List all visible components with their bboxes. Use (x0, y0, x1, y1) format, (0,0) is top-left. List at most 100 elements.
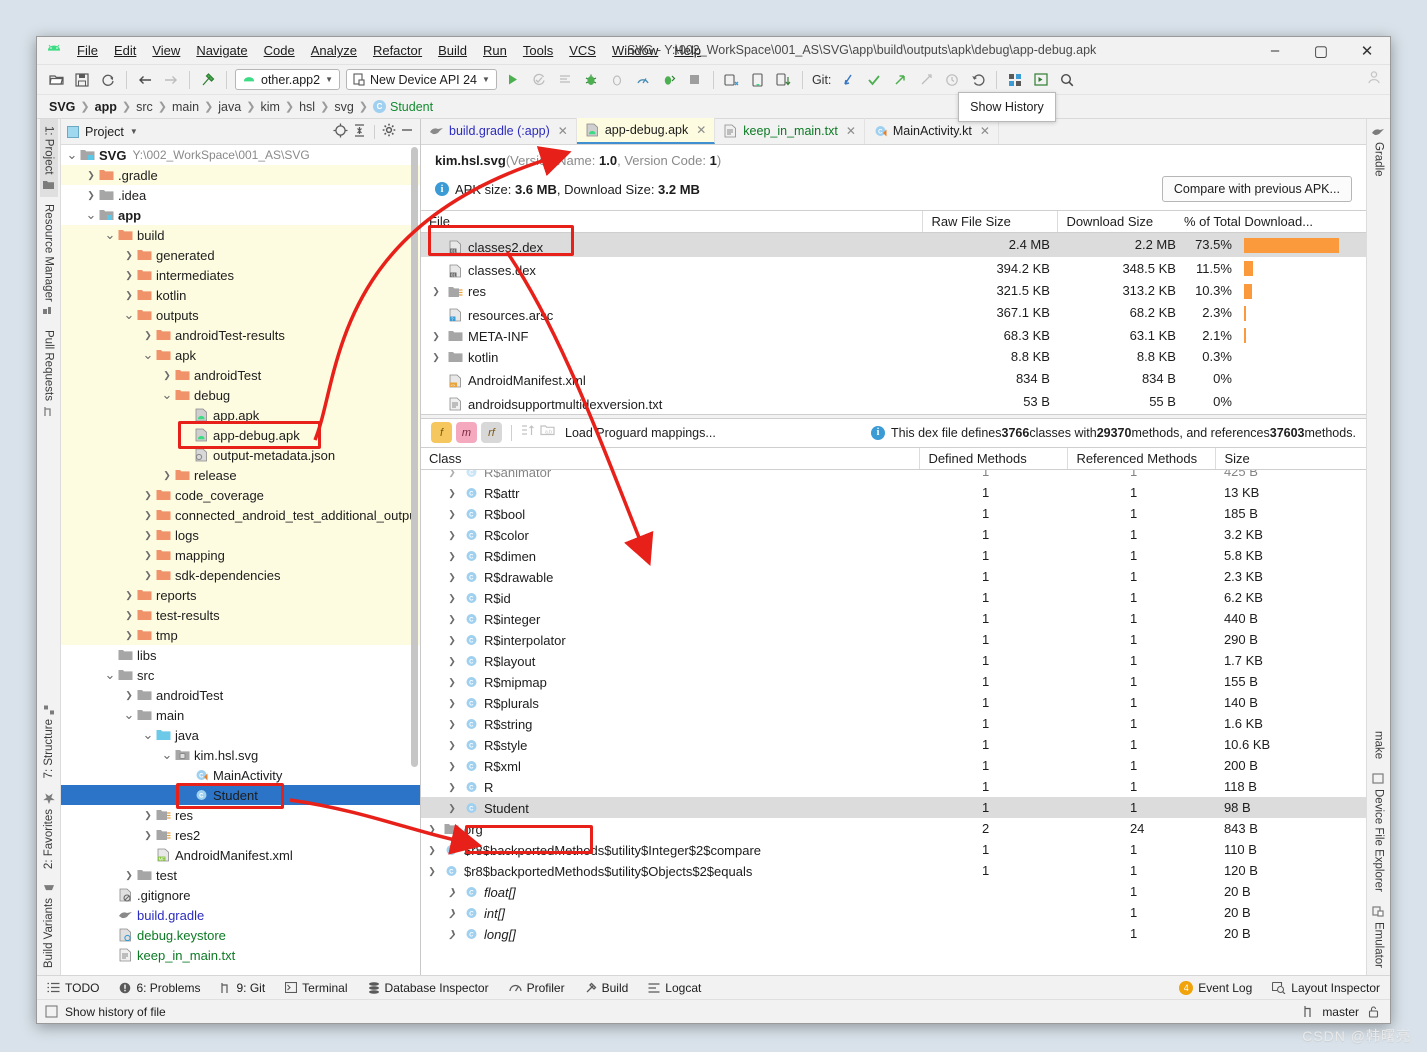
column-header-defined-methods[interactable]: Defined Methods (919, 447, 1069, 470)
tree-node-svg[interactable]: ⌄ SVG Y:\002_WorkSpace\001_AS\SVG (61, 145, 420, 165)
compare-with-previous-apk-button[interactable]: Compare with previous APK... (1161, 176, 1352, 202)
dex-class-row[interactable]: ❯ Cint[] 1 20 B (421, 902, 1366, 923)
deobfuscate-icon[interactable]: a.b (540, 423, 555, 442)
apply-code-changes-icon[interactable] (552, 68, 578, 92)
tree-node-build-gradle[interactable]: build.gradle (61, 905, 420, 925)
dex-class-row[interactable]: ❯ C R$color 1 1 3.2 KB (421, 524, 1366, 545)
editor-tab-app-debug-apk[interactable]: app-debug.apk ✕ (576, 118, 716, 144)
dex-expand-arrow[interactable]: ❯ (445, 656, 459, 667)
tree-expand-arrow[interactable]: ⌄ (141, 348, 155, 361)
tree-expand-arrow[interactable]: ❯ (141, 830, 155, 841)
dex-expand-arrow[interactable]: ❯ (445, 719, 459, 730)
breadcrumb-item-main[interactable]: main (172, 100, 199, 114)
debug-icon[interactable] (578, 68, 604, 92)
menu-item-run[interactable]: Run (475, 40, 515, 61)
dex-class-row[interactable]: ❯ C R$id 1 1 6.2 KB (421, 587, 1366, 608)
sidebar-item-resource-manager[interactable]: Resource Manager (40, 197, 58, 324)
breadcrumb-item-svg[interactable]: SVG (49, 100, 75, 114)
tree-expand-arrow[interactable]: ❯ (141, 490, 155, 501)
dex-class-row[interactable]: ❯ org 2 24 843 B (421, 818, 1366, 839)
device-manager-icon[interactable] (771, 68, 797, 92)
profiler-icon[interactable] (630, 68, 656, 92)
dex-expand-arrow[interactable]: ❯ (445, 593, 459, 604)
tree-node-androidtest-results[interactable]: ❯ androidTest-results (61, 325, 420, 345)
tool-event-log[interactable]: 4 Event Log (1169, 980, 1262, 995)
close-tab-icon[interactable]: ✕ (980, 124, 990, 138)
layout-editor-icon[interactable] (1028, 68, 1054, 92)
dex-expand-arrow[interactable]: ❯ (425, 824, 439, 835)
tree-expand-arrow[interactable]: ❯ (84, 170, 98, 181)
maximize-button[interactable]: ▢ (1298, 37, 1344, 64)
dex-class-row[interactable]: ❯ C R$plurals 1 1 140 B (421, 692, 1366, 713)
dex-class-row[interactable]: ❯ C R$layout 1 1 1.7 KB (421, 650, 1366, 671)
git-update-icon[interactable] (835, 68, 861, 92)
apk-expand-arrow[interactable]: ❯ (429, 286, 443, 297)
tree-node-student[interactable]: C Student (61, 785, 420, 805)
dex-expand-arrow[interactable]: ❯ (445, 488, 459, 499)
dex-expand-arrow[interactable]: ❯ (445, 509, 459, 520)
editor-tab-keep-in-main-txt[interactable]: keep_in_main.txt ✕ (715, 118, 865, 144)
tree-node-app[interactable]: ⌄ app (61, 205, 420, 225)
tree-expand-arrow[interactable]: ❯ (122, 690, 136, 701)
tool-problems[interactable]: 6: Problems (109, 981, 210, 995)
dex-class-row[interactable]: ❯ C R$integer 1 1 440 B (421, 608, 1366, 629)
show-referenced-toggle[interactable]: rf (481, 422, 502, 443)
tree-node-code-coverage[interactable]: ❯ code_coverage (61, 485, 420, 505)
current-branch[interactable]: master (1322, 1005, 1359, 1019)
tree-expand-arrow[interactable]: ⌄ (103, 228, 117, 241)
dex-class-row[interactable]: ❯ C R$xml 1 1 200 B (421, 755, 1366, 776)
project-view-chevron-icon[interactable]: ▼ (130, 127, 138, 136)
git-commit-icon[interactable] (861, 68, 887, 92)
tool-terminal[interactable]: Terminal (275, 981, 357, 995)
menu-item-tools[interactable]: Tools (515, 40, 561, 61)
apk-file-row[interactable]: ❯ res 321.5 KB 313.2 KB 10.3% (421, 280, 1366, 301)
tree-node-keep-in-main-txt[interactable]: keep_in_main.txt (61, 945, 420, 965)
tool-git[interactable]: 9: Git (210, 981, 275, 995)
editor-tab-build-gradle-app-[interactable]: build.gradle (:app) ✕ (421, 118, 577, 144)
tree-node-java[interactable]: ⌄ java (61, 725, 420, 745)
sidebar-item-build-variants[interactable]: Build Variants (40, 876, 58, 975)
breadcrumb-item-kim[interactable]: kim (260, 100, 279, 114)
dex-expand-arrow[interactable]: ❯ (445, 887, 459, 898)
dex-class-row[interactable]: ❯ C R$string 1 1 1.6 KB (421, 713, 1366, 734)
tree-node-logs[interactable]: ❯ logs (61, 525, 420, 545)
tree-expand-arrow[interactable]: ❯ (141, 510, 155, 521)
tree-expand-arrow[interactable]: ❯ (160, 370, 174, 381)
apply-changes-icon[interactable] (526, 68, 552, 92)
tool-layout-inspector[interactable]: Layout Inspector (1262, 981, 1390, 995)
git-revert-icon[interactable] (965, 68, 991, 92)
dex-class-row[interactable]: ❯ C R$interpolator 1 1 290 B (421, 629, 1366, 650)
tree-expand-arrow[interactable]: ❯ (141, 570, 155, 581)
menu-item-view[interactable]: View (144, 40, 188, 61)
tree-node--gitignore[interactable]: .gitignore (61, 885, 420, 905)
editor-tab-mainactivity-kt[interactable]: C MainActivity.kt ✕ (865, 118, 999, 144)
tree-node-app-apk[interactable]: app.apk (61, 405, 420, 425)
tree-node-app-debug-apk[interactable]: app-debug.apk (61, 425, 420, 445)
tree-node-kim-hsl-svg[interactable]: ⌄ kim.hsl.svg (61, 745, 420, 765)
dex-class-list[interactable]: ❯ C R$animator 1 1 425 B ❯ C R$attr 1 1 13 KB ❯ C R$bo… (421, 469, 1366, 976)
show-methods-toggle[interactable]: m (456, 422, 477, 443)
dex-expand-arrow[interactable]: ❯ (445, 761, 459, 772)
tree-node-apk[interactable]: ⌄ apk (61, 345, 420, 365)
tree-expand-arrow[interactable]: ⌄ (141, 728, 155, 741)
tree-expand-arrow[interactable]: ⌄ (160, 388, 174, 401)
breadcrumb-item-student[interactable]: Student (390, 100, 433, 114)
apk-file-row[interactable]: 01 classes.dex 394.2 KB 348.5 KB 11.5% (421, 257, 1366, 281)
sidebar-item-device-file-explorer[interactable]: Device File Explorer (1369, 766, 1387, 899)
user-account-icon[interactable] (1366, 69, 1390, 90)
tree-node-res[interactable]: ❯ res (61, 805, 420, 825)
tree-expand-arrow[interactable]: ❯ (122, 250, 136, 261)
tree-expand-arrow[interactable]: ❯ (141, 530, 155, 541)
tree-node-mainactivity[interactable]: C MainActivity (61, 765, 420, 785)
dex-class-row[interactable]: ❯ C $r8$backportedMethods$utility$Objects$… (421, 860, 1366, 881)
forward-arrow-icon[interactable] (158, 68, 184, 92)
apk-expand-arrow[interactable]: ❯ (429, 331, 443, 342)
tree-expand-arrow[interactable]: ❯ (122, 590, 136, 601)
tree-node-connected-android-test-additional-outpu[interactable]: ❯ connected_android_test_additional_outpu (61, 505, 420, 525)
sidebar-item-favorites[interactable]: 2: Favorites (40, 786, 58, 876)
dex-expand-arrow[interactable]: ❯ (445, 908, 459, 919)
tree-node-res2[interactable]: ❯ res2 (61, 825, 420, 845)
breadcrumb-item-src[interactable]: src (136, 100, 153, 114)
apk-file-row[interactable]: androidsupportmultidexversion.txt 53 B 55 … (421, 390, 1366, 414)
column-header-file[interactable]: File (421, 211, 924, 233)
